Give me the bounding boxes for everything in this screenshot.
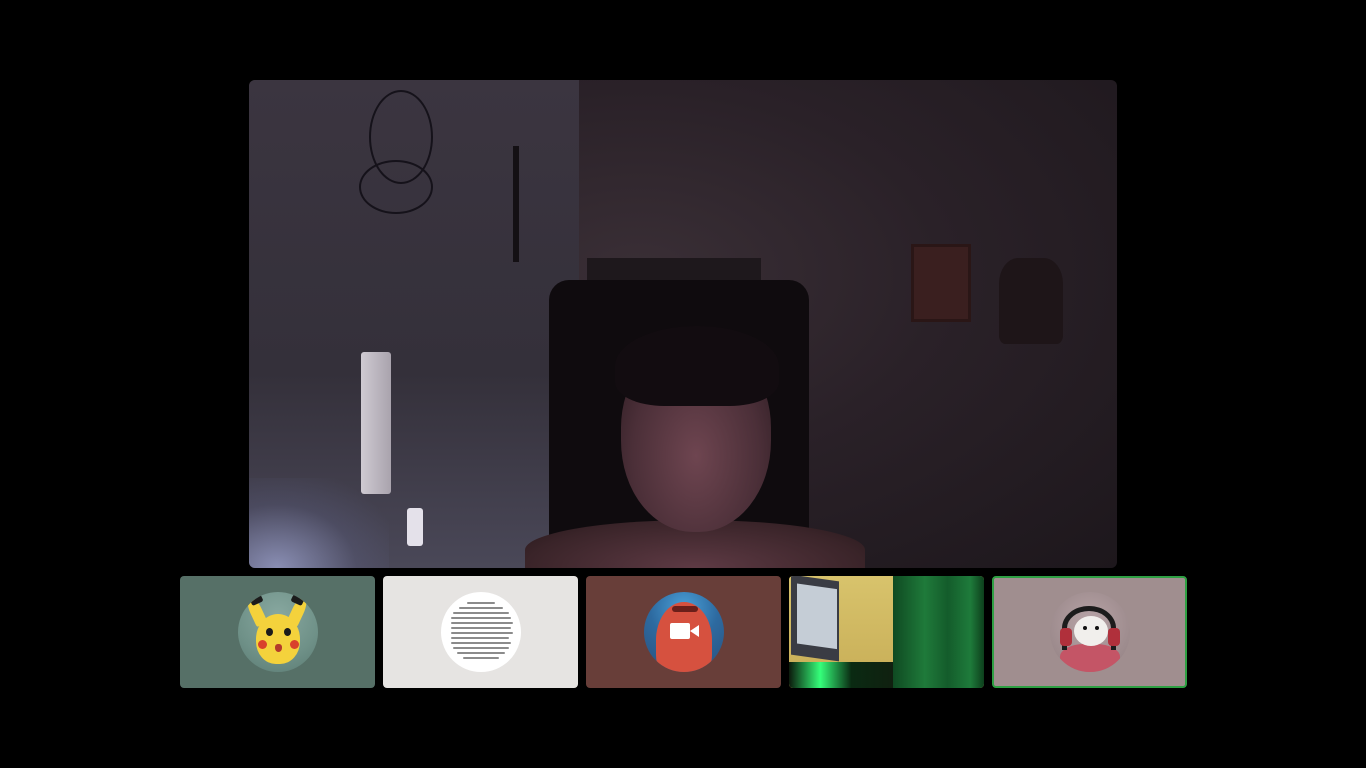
dog-headphones-avatar bbox=[1049, 592, 1130, 672]
video-person-hair bbox=[615, 326, 779, 406]
participant-tile-4[interactable] bbox=[789, 576, 984, 688]
participant-video-monitor bbox=[791, 576, 839, 662]
video-cable bbox=[369, 90, 433, 184]
video-power-strip bbox=[361, 352, 391, 494]
patrick-avatar bbox=[643, 592, 724, 672]
video-wall-object bbox=[513, 146, 519, 262]
video-plug bbox=[407, 508, 423, 546]
participant-tile-1[interactable] bbox=[180, 576, 375, 688]
video-hanging-cloth bbox=[999, 258, 1063, 344]
document-avatar bbox=[440, 592, 521, 672]
participant-video-room bbox=[789, 576, 893, 688]
participant-video-curtain bbox=[893, 576, 984, 688]
participant-tile-2[interactable] bbox=[383, 576, 578, 688]
video-camera-icon bbox=[669, 623, 690, 639]
meeting-stage bbox=[0, 0, 1366, 768]
participant-tile-3[interactable] bbox=[586, 576, 781, 688]
video-picture-frame bbox=[911, 244, 971, 322]
participant-tile-5-active[interactable] bbox=[992, 576, 1187, 688]
main-speaker-video[interactable] bbox=[249, 80, 1117, 568]
participant-video-desk-light bbox=[789, 662, 893, 688]
pikachu-avatar bbox=[237, 592, 318, 672]
video-camera-lens-icon bbox=[689, 625, 699, 637]
